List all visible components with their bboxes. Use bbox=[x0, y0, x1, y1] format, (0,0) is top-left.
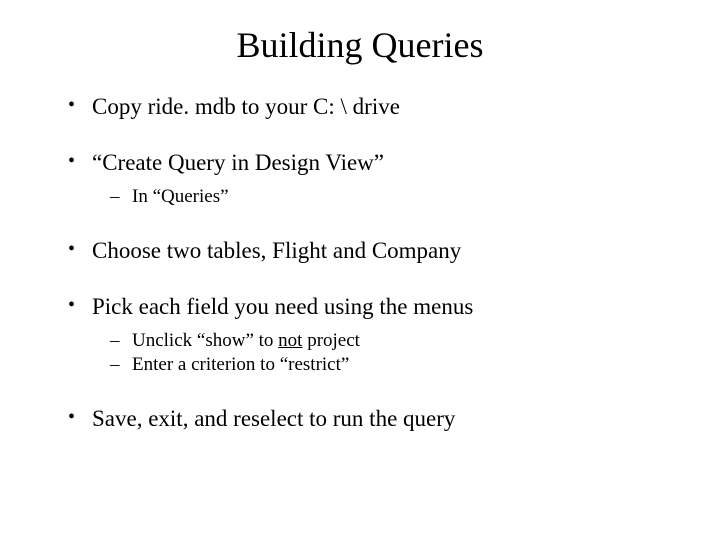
sub-list: In “Queries” bbox=[92, 186, 670, 208]
bullet-item: Choose two tables, Flight and Company bbox=[68, 238, 670, 264]
sub-bullet-item: In “Queries” bbox=[110, 186, 670, 208]
sub-text-post: project bbox=[302, 330, 360, 351]
sub-bullet-item: Unclick “show” to not project bbox=[110, 330, 670, 352]
bullet-text: “Create Query in Design View” bbox=[92, 150, 384, 175]
slide-title: Building Queries bbox=[50, 24, 670, 66]
sub-text-pre: Unclick “show” to bbox=[132, 330, 278, 351]
bullet-text: Pick each field you need using the menus bbox=[92, 294, 473, 319]
bullet-item: Pick each field you need using the menus… bbox=[68, 294, 670, 376]
bullet-item: Copy ride. mdb to your C: \ drive bbox=[68, 94, 670, 120]
underlined-word: not bbox=[278, 330, 302, 351]
sub-bullet-item: Enter a criterion to “restrict” bbox=[110, 354, 670, 376]
bullet-list: Copy ride. mdb to your C: \ drive “Creat… bbox=[50, 94, 670, 432]
bullet-item: Save, exit, and reselect to run the quer… bbox=[68, 406, 670, 432]
sub-list: Unclick “show” to not project Enter a cr… bbox=[92, 330, 670, 376]
bullet-item: “Create Query in Design View” In “Querie… bbox=[68, 150, 670, 208]
